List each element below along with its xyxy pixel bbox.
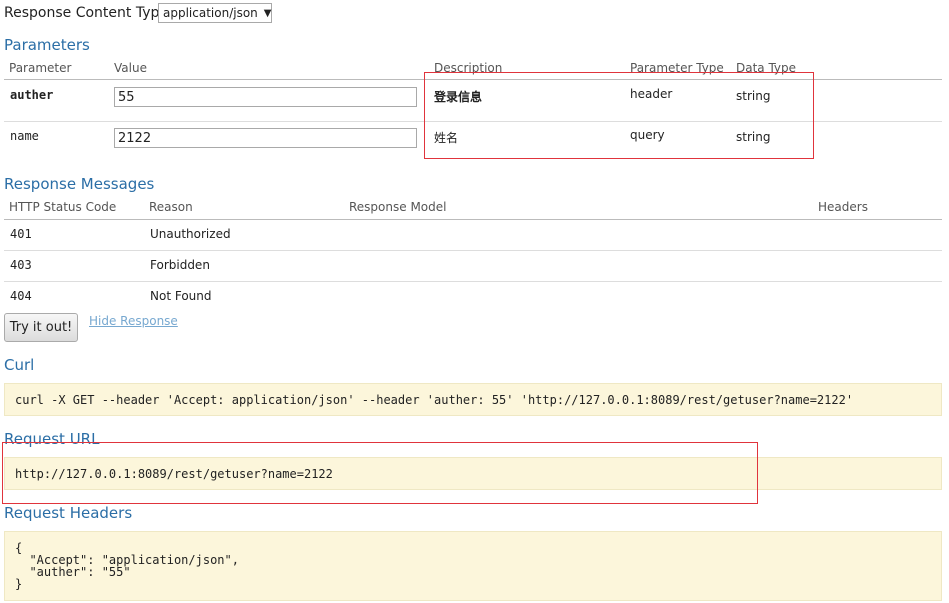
param-header-parameter-type: Parameter Type bbox=[630, 61, 724, 75]
param-datatype-auther: string bbox=[736, 89, 771, 103]
request-url-title: Request URL bbox=[4, 430, 100, 448]
resp-code-401: 401 bbox=[10, 227, 32, 241]
resp-code-404: 404 bbox=[10, 289, 32, 303]
curl-command: curl -X GET --header 'Accept: applicatio… bbox=[4, 383, 942, 416]
request-headers-title: Request Headers bbox=[4, 504, 133, 522]
param-header-description: Description bbox=[434, 61, 503, 75]
try-it-out-button[interactable]: Try it out! bbox=[4, 313, 78, 342]
resp-header-status-code: HTTP Status Code bbox=[9, 200, 117, 214]
resp-header-headers: Headers bbox=[818, 200, 868, 214]
hide-response-link[interactable]: Hide Response bbox=[89, 314, 178, 328]
param-header-value: Value bbox=[114, 61, 147, 75]
param-datatype-name: string bbox=[736, 130, 771, 144]
request-url-value: http://127.0.0.1:8089/rest/getuser?name=… bbox=[4, 457, 942, 490]
param-header-parameter: Parameter bbox=[9, 61, 72, 75]
chevron-down-icon: ▼ bbox=[263, 7, 272, 19]
param-row-divider bbox=[4, 121, 942, 122]
auther-value-input[interactable] bbox=[114, 87, 417, 107]
param-description-auther: 登录信息 bbox=[434, 90, 483, 104]
resp-reason-403: Forbidden bbox=[150, 258, 210, 272]
param-header-data-type: Data Type bbox=[736, 61, 797, 75]
resp-code-403: 403 bbox=[10, 258, 32, 272]
response-content-type-label: Response Content Type bbox=[4, 5, 168, 21]
param-type-name: query bbox=[630, 128, 665, 142]
param-name-auther: auther bbox=[10, 88, 54, 102]
parameters-title: Parameters bbox=[4, 36, 90, 54]
param-name-name: name bbox=[10, 129, 39, 143]
response-content-type-select[interactable]: application/json ▼ bbox=[158, 3, 272, 23]
param-type-auther: header bbox=[630, 87, 673, 101]
resp-row-divider bbox=[4, 281, 942, 282]
param-description-name: 姓名 bbox=[434, 131, 459, 145]
request-headers-body: { "Accept": "application/json", "auther"… bbox=[4, 531, 942, 601]
curl-title: Curl bbox=[4, 356, 35, 374]
resp-header-response-model: Response Model bbox=[349, 200, 447, 214]
resp-reason-404: Not Found bbox=[150, 289, 212, 303]
resp-header-divider bbox=[4, 219, 942, 220]
resp-reason-401: Unauthorized bbox=[150, 227, 231, 241]
annotation-box-parameters bbox=[424, 72, 814, 159]
response-messages-title: Response Messages bbox=[4, 175, 155, 193]
param-header-divider bbox=[4, 79, 942, 80]
response-content-type-value: application/json bbox=[163, 6, 258, 20]
name-value-input[interactable] bbox=[114, 128, 417, 148]
resp-row-divider bbox=[4, 250, 942, 251]
resp-header-reason: Reason bbox=[149, 200, 193, 214]
